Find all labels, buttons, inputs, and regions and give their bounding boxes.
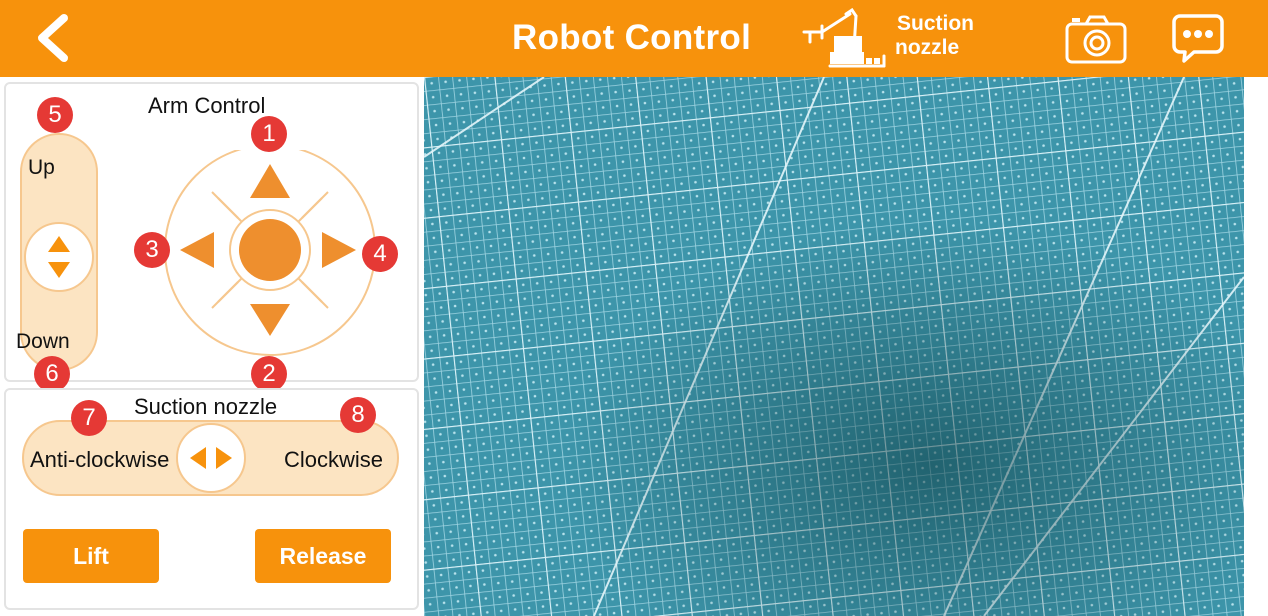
arm-control-title: Arm Control	[148, 93, 266, 118]
badge-4: 4	[362, 236, 398, 272]
down-label: Down	[16, 330, 70, 353]
rotation-slider-knob[interactable]	[176, 423, 246, 493]
chevron-left-icon	[38, 14, 68, 62]
badge-6: 6	[34, 356, 70, 392]
left-right-arrows-icon	[190, 447, 232, 469]
lift-button[interactable]: Lift	[23, 529, 159, 583]
direction-pad	[160, 144, 380, 370]
clockwise-label: Clockwise	[284, 447, 384, 472]
right-edge-strip	[1244, 77, 1268, 616]
badge-8: 8	[340, 397, 376, 433]
page-title: Robot Control	[512, 18, 752, 57]
camera-feed	[424, 77, 1244, 616]
mode-label-line1: Suction	[897, 12, 974, 35]
robot-arm-icon	[802, 7, 886, 68]
vertical-slider-knob[interactable]	[24, 222, 94, 292]
badge-1: 1	[251, 116, 287, 152]
chat-bubble-icon	[1172, 14, 1224, 63]
camera-button[interactable]	[1064, 12, 1128, 66]
release-button[interactable]: Release	[255, 529, 391, 583]
mode-label-line2: nozzle	[895, 36, 960, 59]
camera-icon	[1065, 15, 1127, 64]
anticlockwise-label: Anti-clockwise	[30, 447, 170, 472]
suction-nozzle-title: Suction nozzle	[134, 394, 278, 419]
back-button[interactable]	[28, 12, 80, 64]
badge-5: 5	[37, 97, 73, 133]
up-down-arrows-icon	[48, 236, 70, 278]
mode-label: Suction nozzle	[895, 12, 985, 60]
up-label: Up	[28, 156, 55, 179]
badge-2: 2	[251, 356, 287, 392]
badge-7: 7	[71, 400, 107, 436]
message-button[interactable]	[1172, 12, 1224, 64]
mode-switch-button[interactable]	[800, 7, 892, 68]
badge-3: 3	[134, 232, 170, 268]
dpad-center-button[interactable]	[239, 219, 301, 281]
